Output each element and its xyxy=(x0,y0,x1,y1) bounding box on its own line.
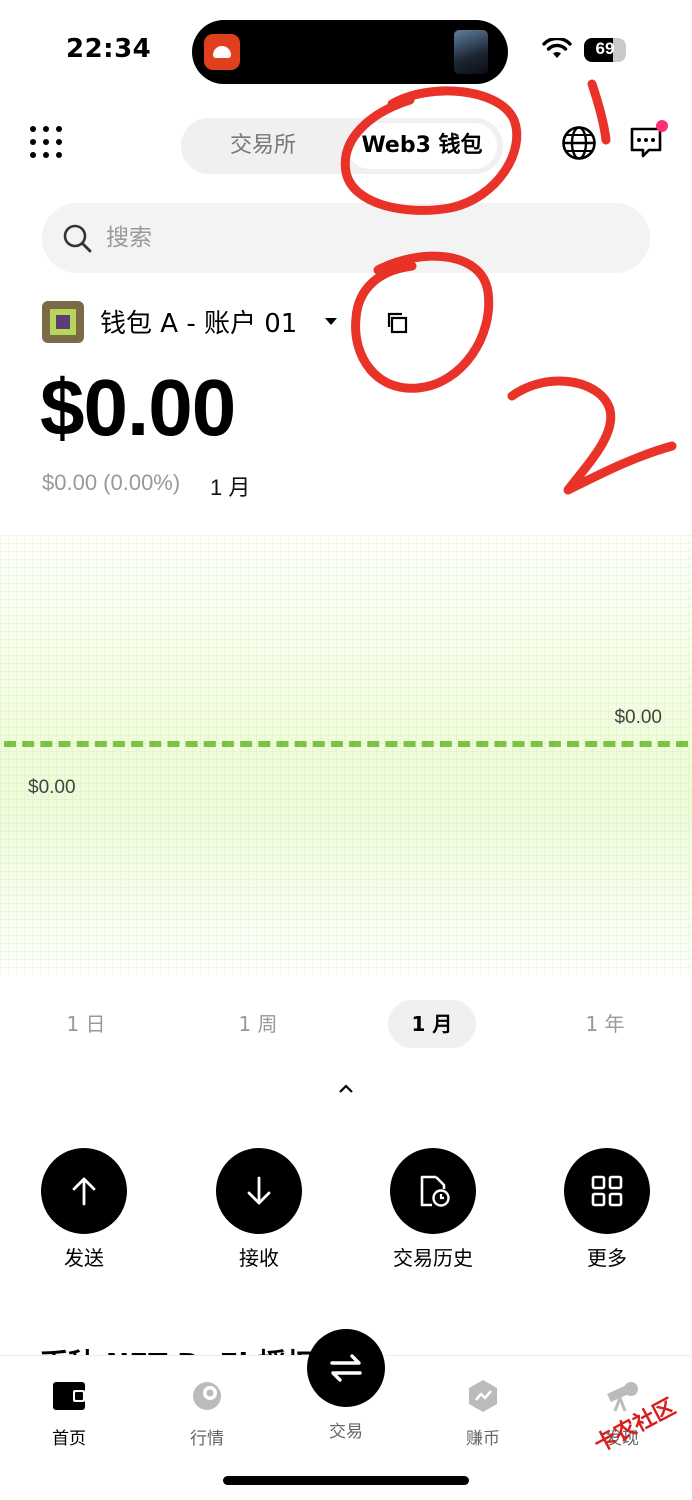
wallet-icon xyxy=(53,1382,85,1410)
nav-earn-label: 赚币 xyxy=(466,1429,500,1449)
nav-trade-label: 交易 xyxy=(329,1422,363,1442)
history-button[interactable]: 交易历史 xyxy=(373,1148,493,1271)
period-1w[interactable]: 1 周 xyxy=(214,1000,302,1048)
nav-home[interactable]: 首页 xyxy=(29,1376,109,1449)
wallet-avatar[interactable] xyxy=(42,301,84,343)
more-button[interactable]: 更多 xyxy=(547,1148,667,1271)
nav-trade-button[interactable] xyxy=(307,1329,385,1407)
search-bar[interactable] xyxy=(42,203,650,273)
copy-icon[interactable] xyxy=(384,310,410,336)
battery-percent: 69 xyxy=(595,39,615,58)
app-activity-icon xyxy=(204,34,240,70)
more-label: 更多 xyxy=(587,1246,627,1270)
market-icon xyxy=(193,1382,221,1410)
battery-indicator: 69 xyxy=(584,38,626,62)
globe-icon[interactable] xyxy=(560,124,598,162)
swap-icon xyxy=(330,1354,362,1382)
history-icon xyxy=(420,1175,450,1207)
tab-exchange[interactable]: 交易所 xyxy=(181,118,345,174)
notification-dot xyxy=(656,120,668,132)
balance-chart: $0.00 $0.00 xyxy=(0,535,692,975)
apps-grid-icon[interactable] xyxy=(30,126,62,158)
balance-change: $0.00 (0.00%) xyxy=(42,470,181,495)
chart-low-label: $0.00 xyxy=(28,777,76,798)
chart-high-label: $0.00 xyxy=(614,707,662,728)
status-time: 22:34 xyxy=(66,34,152,64)
arrow-up-icon xyxy=(72,1177,96,1206)
account-dropdown-icon[interactable] xyxy=(325,318,337,325)
circle-annotation-copy-icon xyxy=(351,251,494,393)
receive-label: 接收 xyxy=(239,1246,279,1270)
media-thumbnail xyxy=(454,30,488,74)
period-1m[interactable]: 1 月 xyxy=(388,1000,476,1048)
period-1d[interactable]: 1 日 xyxy=(42,1000,130,1048)
chevron-up-icon[interactable] xyxy=(338,1082,354,1094)
send-label: 发送 xyxy=(64,1246,104,1270)
more-grid-icon xyxy=(591,1175,623,1207)
messages-button[interactable] xyxy=(628,120,668,164)
dynamic-island xyxy=(192,20,508,84)
balance-period: 1 月 xyxy=(210,475,251,500)
earn-icon xyxy=(469,1380,497,1412)
search-input[interactable] xyxy=(106,217,606,259)
wifi-icon xyxy=(542,38,572,58)
mode-switch: 交易所 Web3 钱包 xyxy=(181,118,503,174)
arrow-down-icon xyxy=(247,1176,271,1205)
search-icon xyxy=(63,224,92,253)
home-indicator xyxy=(223,1476,469,1485)
chart-series-line xyxy=(4,741,688,747)
total-balance: $0.00 xyxy=(40,363,236,452)
account-name[interactable]: 钱包 A - 账户 01 xyxy=(100,303,297,340)
send-button[interactable]: 发送 xyxy=(24,1148,144,1271)
nav-home-label: 首页 xyxy=(52,1429,86,1449)
number-two-annotation xyxy=(507,376,677,495)
tab-web3-wallet[interactable]: Web3 钱包 xyxy=(347,123,497,169)
period-selector: 1 日 1 周 1 月 1 年 xyxy=(0,1000,692,1050)
nav-market[interactable]: 行情 xyxy=(167,1376,247,1449)
period-1y[interactable]: 1 年 xyxy=(561,1000,649,1048)
history-label: 交易历史 xyxy=(393,1246,473,1270)
receive-button[interactable]: 接收 xyxy=(199,1148,319,1271)
nav-market-label: 行情 xyxy=(190,1429,224,1449)
nav-earn[interactable]: 赚币 xyxy=(443,1376,523,1449)
